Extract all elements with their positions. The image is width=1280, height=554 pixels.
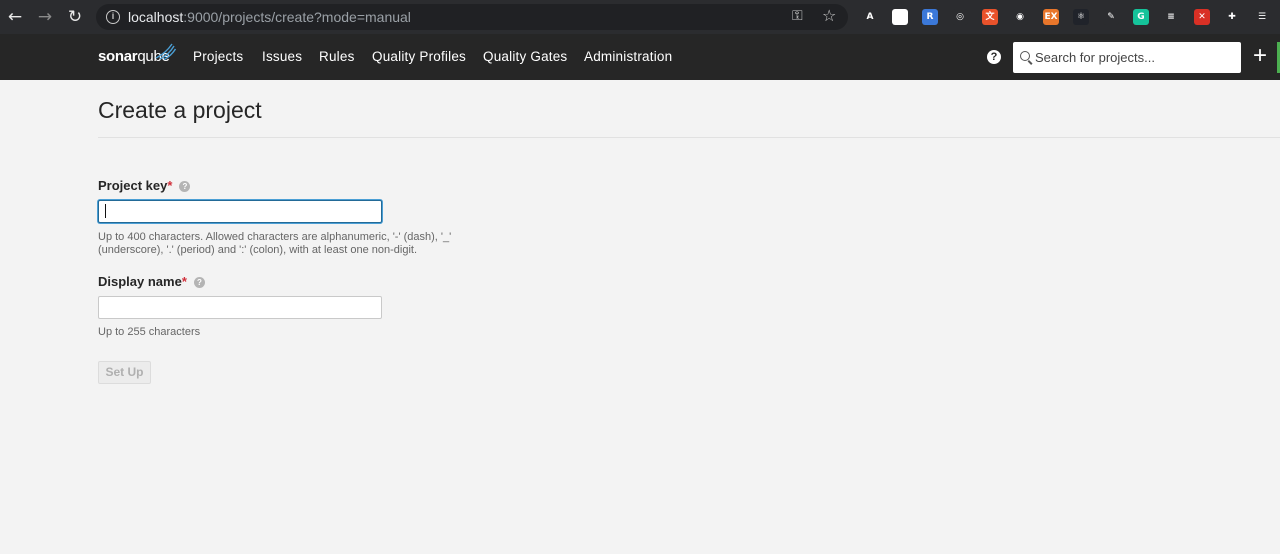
page-title: Create a project (98, 97, 262, 123)
logo-text-bold: sonar (98, 48, 138, 65)
nav-issues[interactable]: Issues (262, 49, 302, 64)
forward-icon[interactable]: → (34, 6, 56, 28)
text-caret (105, 204, 106, 218)
key-icon[interactable]: ⚿ (792, 8, 803, 24)
ring-ext-icon[interactable]: ◎ (952, 9, 968, 25)
display-name-input[interactable] (98, 296, 382, 319)
lines-ext-icon[interactable]: ≡ (1163, 9, 1179, 25)
site-info-icon[interactable]: i (106, 10, 120, 24)
display-name-label: Display name*? (98, 274, 205, 289)
search-input[interactable] (1035, 42, 1235, 73)
r-ext-icon[interactable]: R (922, 9, 938, 25)
display-name-label-text: Display name (98, 274, 182, 289)
help-icon[interactable]: ? (987, 50, 1001, 64)
project-key-input[interactable] (98, 200, 382, 223)
display-name-help-text: Up to 255 characters (98, 326, 201, 338)
project-search[interactable] (1013, 42, 1241, 73)
browser-toolbar: ← → ↻ i localhost:9000/projects/create?m… (0, 0, 1280, 34)
star-icon[interactable]: ☆ (822, 6, 836, 25)
reading-list-icon[interactable]: ☰ (1254, 9, 1270, 25)
url-path: :9000/projects/create?mode=manual (183, 9, 411, 25)
ex-ext-icon[interactable]: EX (1043, 9, 1059, 25)
setup-button[interactable]: Set Up (98, 361, 151, 384)
create-plus-icon[interactable]: + (1250, 44, 1270, 68)
puzzle-icon[interactable]: ✚ (1224, 9, 1240, 25)
translate-ext-icon[interactable]: 文 (982, 9, 998, 25)
nav-administration[interactable]: Administration (584, 49, 672, 64)
url-host: localhost (128, 9, 184, 25)
sonar-waves-icon (155, 43, 177, 60)
pen-ext-icon[interactable]: ✎ (1103, 9, 1119, 25)
search-icon (1020, 51, 1030, 61)
reload-icon[interactable]: ↻ (64, 6, 86, 28)
address-bar[interactable]: i localhost:9000/projects/create?mode=ma… (96, 4, 848, 30)
close-ext-icon[interactable]: ✕ (1194, 9, 1210, 25)
nav-quality-profiles[interactable]: Quality Profiles (372, 49, 466, 64)
nav-rules[interactable]: Rules (319, 49, 355, 64)
grammarly-icon[interactable]: G (1133, 9, 1149, 25)
cookie-icon[interactable]: ⚙ (892, 9, 908, 25)
url-text[interactable]: localhost:9000/projects/create?mode=manu… (128, 9, 411, 25)
required-mark: * (167, 178, 173, 193)
nav-quality-gates[interactable]: Quality Gates (483, 49, 567, 64)
sonarqube-navbar: sonarqube Projects Issues Rules Quality … (0, 34, 1280, 80)
display-name-help-icon[interactable]: ? (193, 277, 205, 288)
back-icon[interactable]: ← (4, 6, 26, 28)
project-key-help-text: Up to 400 characters. Allowed characters… (98, 231, 452, 256)
project-key-label-text: Project key (98, 178, 168, 193)
target-ext-icon[interactable]: ◉ (1012, 9, 1028, 25)
title-divider (98, 137, 1280, 138)
nav-projects[interactable]: Projects (193, 49, 243, 64)
required-mark: * (181, 274, 187, 289)
project-key-help-icon[interactable]: ? (179, 181, 191, 192)
react-ext-icon[interactable]: ⚛ (1073, 9, 1089, 25)
abp-icon[interactable]: A (862, 9, 878, 25)
project-key-label: Project key*? (98, 178, 191, 193)
